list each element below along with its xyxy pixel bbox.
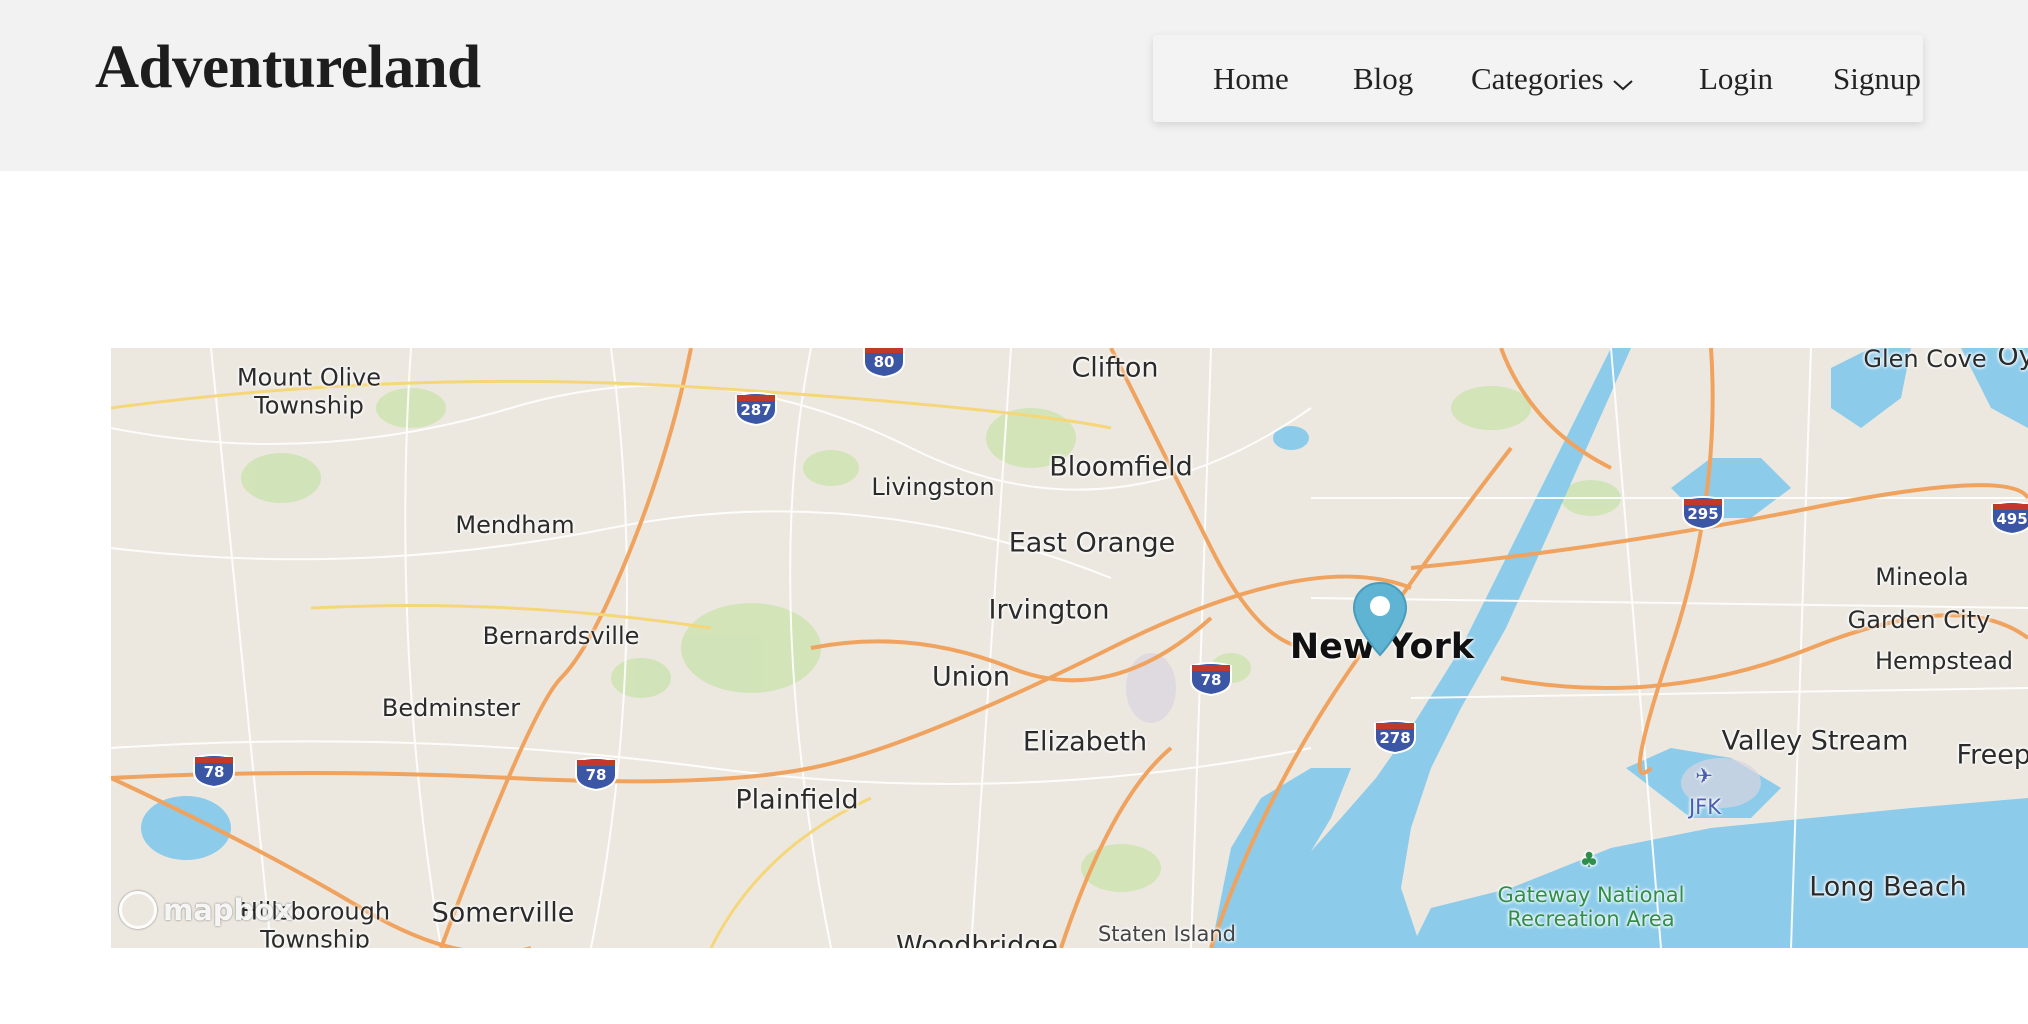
mapbox-wordmark: mapbox: [163, 893, 293, 927]
nav-categories-label: Categories: [1471, 61, 1604, 96]
place-label-mineola: Mineola: [1875, 563, 1969, 592]
place-label-mount-olive: Mount Olive Township: [236, 363, 382, 419]
place-label-clifton: Clifton: [1071, 352, 1159, 384]
nav-blog-link[interactable]: Blog: [1353, 61, 1413, 97]
mapbox-logo[interactable]: mapbox: [119, 888, 293, 932]
map-pin-icon[interactable]: [1352, 581, 1408, 657]
place-label-garden-city: Garden City: [1847, 606, 1991, 635]
place-label-woodbridge: Woodbridge: [896, 930, 1058, 948]
place-label-elizabeth: Elizabeth: [1022, 726, 1148, 758]
place-label-bloomfield: Bloomfield: [1049, 451, 1193, 483]
nav-home-link[interactable]: Home: [1213, 61, 1289, 97]
interstate-shield-287: 287: [734, 392, 778, 427]
site-header: Adventureland Home Blog Categories Login…: [0, 0, 2028, 171]
interstate-shield-78-mid: 78: [574, 757, 618, 792]
place-label-irvington: Irvington: [988, 594, 1110, 626]
site-logo[interactable]: Adventureland: [95, 33, 481, 103]
place-label-jfk: JFK: [1688, 794, 1722, 819]
place-label-oyster-bay: Oy: [1997, 348, 2028, 372]
tree-icon: ♣: [1579, 847, 1599, 872]
place-label-bernardsville: Bernardsville: [482, 622, 640, 651]
interstate-shield-495: 495: [1990, 501, 2028, 536]
nav-signup-link[interactable]: Signup: [1833, 61, 1921, 97]
place-label-somerville: Somerville: [431, 897, 575, 929]
place-label-freeport: Freepo: [1956, 739, 2028, 771]
mapbox-mark-icon: [119, 891, 157, 929]
chevron-down-icon: [1612, 64, 1634, 100]
interstate-shield-295: 295: [1681, 496, 1725, 531]
map-base-layer: [111, 348, 2028, 948]
place-label-glen-cove: Glen Cove: [1863, 348, 1987, 374]
nav-categories-dropdown[interactable]: Categories: [1471, 61, 1634, 100]
nav-login-link[interactable]: Login: [1699, 61, 1773, 97]
water-bodies: [141, 348, 2028, 948]
interstate-shield-78: 78: [1189, 662, 1233, 697]
place-label-union: Union: [931, 661, 1011, 693]
main-nav: Home Blog Categories Login Signup: [1153, 35, 1923, 122]
place-label-staten-island: Staten Island: [1097, 921, 1237, 946]
place-label-hempstead: Hempstead: [1874, 647, 2014, 676]
interstate-shield-80: 80: [862, 348, 906, 379]
place-label-plainfield: Plainfield: [735, 784, 859, 816]
airplane-icon: ✈: [1695, 763, 1713, 788]
place-label-livingston: Livingston: [871, 473, 995, 502]
interstate-shield-78-west: 78: [192, 754, 236, 789]
interstate-shield-278: 278: [1373, 720, 1417, 755]
place-label-valley-stream: Valley Stream: [1721, 725, 1909, 757]
place-label-long-beach: Long Beach: [1809, 871, 1967, 903]
place-label-gateway: Gateway National Recreation Area: [1497, 882, 1685, 931]
map-view[interactable]: Mount Olive Township Clifton Glen Cove Oy…: [111, 348, 2028, 948]
place-label-bedminster: Bedminster: [381, 694, 521, 723]
place-label-mendham: Mendham: [455, 511, 575, 540]
place-label-east-orange: East Orange: [1008, 527, 1176, 559]
